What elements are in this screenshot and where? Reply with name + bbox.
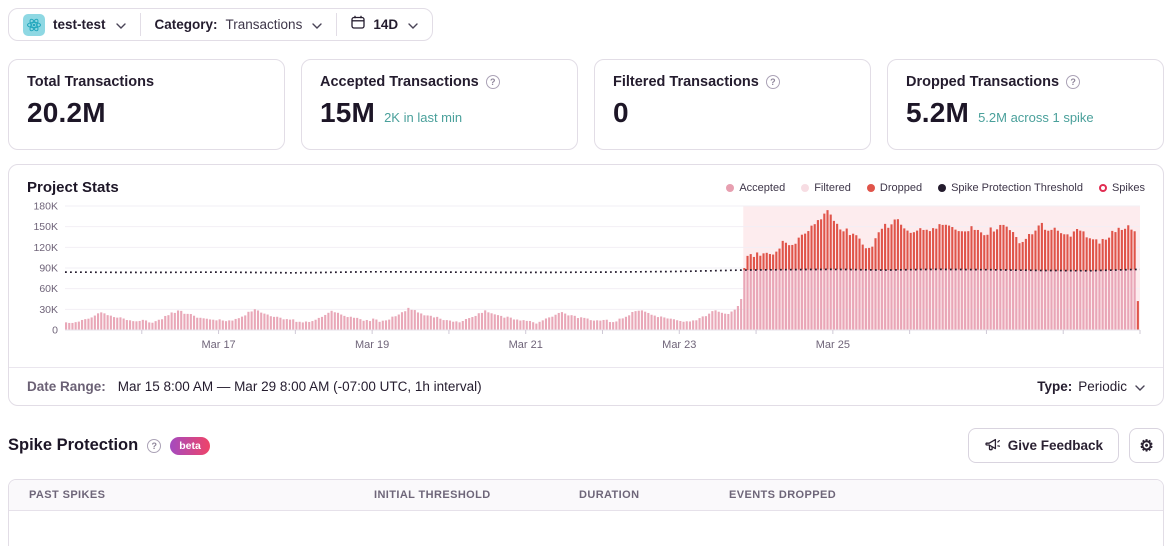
chevron-down-icon	[312, 16, 322, 34]
svg-text:Mar 23: Mar 23	[662, 339, 696, 351]
svg-text:30K: 30K	[39, 304, 58, 316]
stat-card-subtext: 2K in last min	[384, 110, 462, 125]
chevron-down-icon	[116, 16, 126, 34]
svg-text:0: 0	[52, 325, 58, 337]
stat-card-total: Total Transactions 20.2M	[8, 59, 285, 150]
category-value: Transactions	[226, 17, 303, 32]
column-header-initial-threshold: INITIAL THRESHOLD	[374, 489, 579, 501]
dot-marker-icon	[726, 184, 734, 192]
legend-label: Spikes	[1112, 182, 1145, 194]
project-selector[interactable]: test-test	[9, 9, 140, 40]
stat-card-value: 0	[613, 97, 629, 129]
type-label: Type:	[1037, 379, 1072, 394]
svg-text:90K: 90K	[39, 263, 58, 275]
give-feedback-label: Give Feedback	[1008, 438, 1103, 453]
svg-text:Mar 17: Mar 17	[201, 339, 235, 351]
chart-body: 180K 150K 120K 90K 60K 30K 0 Mar 17 Mar 19 Mar 21…	[9, 198, 1163, 361]
legend-item-spike-protection-threshold[interactable]: Spike Protection Threshold	[938, 182, 1083, 194]
help-icon[interactable]: ?	[147, 439, 161, 453]
dot-marker-icon	[867, 184, 875, 192]
stat-card-label: Dropped Transactions	[906, 74, 1059, 90]
legend-item-filtered[interactable]: Filtered	[801, 182, 851, 194]
category-label: Category:	[155, 17, 218, 32]
type-selector[interactable]: Type: Periodic	[1037, 379, 1145, 394]
svg-text:150K: 150K	[33, 221, 58, 233]
help-icon[interactable]: ?	[766, 75, 780, 89]
legend-item-dropped[interactable]: Dropped	[867, 182, 922, 194]
legend-label: Spike Protection Threshold	[951, 182, 1083, 194]
help-icon[interactable]: ?	[1066, 75, 1080, 89]
legend-item-spikes[interactable]: Spikes	[1099, 182, 1145, 194]
legend-label: Dropped	[880, 182, 922, 194]
stat-card-label: Total Transactions	[27, 74, 154, 90]
stat-card-value: 15M	[320, 97, 375, 129]
gear-icon: ⚙	[1139, 436, 1153, 456]
svg-text:Mar 25: Mar 25	[816, 339, 850, 351]
legend-label: Filtered	[814, 182, 851, 194]
date-range-selector[interactable]: 14D	[337, 9, 432, 40]
stat-card-label: Filtered Transactions	[613, 74, 759, 90]
stat-card-dropped: Dropped Transactions ? 5.2M 5.2M across …	[887, 59, 1164, 150]
column-header-duration: DURATION	[579, 489, 729, 501]
project-stats-card: Project Stats Accepted Filtered Dropped Spi…	[8, 164, 1164, 406]
ring-marker-icon	[1099, 184, 1107, 192]
date-range-value: 14D	[373, 17, 398, 32]
dot-marker-icon	[801, 184, 809, 192]
past-spikes-table: PAST SPIKES INITIAL THRESHOLD DURATION E…	[8, 479, 1164, 546]
legend-item-accepted[interactable]: Accepted	[726, 182, 785, 194]
svg-text:Mar 19: Mar 19	[355, 339, 389, 351]
table-header-row: PAST SPIKES INITIAL THRESHOLD DURATION E…	[9, 480, 1163, 511]
spike-protection-page: test-test Category: Transactions 14D	[0, 0, 1172, 546]
give-feedback-button[interactable]: Give Feedback	[968, 428, 1119, 463]
spike-protection-title: Spike Protection	[8, 436, 138, 455]
stat-card-label: Accepted Transactions	[320, 74, 479, 90]
category-selector[interactable]: Category: Transactions	[141, 9, 337, 40]
stat-card-filtered: Filtered Transactions ? 0	[594, 59, 871, 150]
spike-protection-header: Spike Protection ? beta Give Feedback ⚙	[8, 428, 1164, 463]
svg-text:120K: 120K	[33, 242, 58, 254]
stat-cards-row: Total Transactions 20.2M Accepted Transa…	[8, 59, 1164, 150]
chevron-down-icon	[408, 16, 418, 34]
chart-title: Project Stats	[27, 179, 119, 196]
stat-card-value: 5.2M	[906, 97, 969, 129]
svg-text:Mar 21: Mar 21	[509, 339, 543, 351]
filter-bar: test-test Category: Transactions 14D	[8, 8, 433, 41]
column-header-events-dropped: EVENTS DROPPED	[729, 489, 1143, 501]
beta-badge: beta	[170, 437, 210, 455]
dot-marker-icon	[938, 184, 946, 192]
legend-label: Accepted	[739, 182, 785, 194]
type-value: Periodic	[1078, 379, 1127, 394]
svg-text:180K: 180K	[33, 201, 58, 213]
project-name: test-test	[53, 17, 106, 32]
settings-button[interactable]: ⚙	[1129, 428, 1164, 463]
date-range-row: Date Range: Mar 15 8:00 AM — Mar 29 8:00…	[9, 367, 1163, 405]
table-row[interactable]	[9, 511, 1163, 546]
chart-legend: Accepted Filtered Dropped Spike Protection …	[726, 182, 1145, 194]
react-project-icon	[23, 14, 45, 36]
stat-card-accepted: Accepted Transactions ? 15M 2K in last m…	[301, 59, 578, 150]
stat-card-value: 20.2M	[27, 97, 106, 129]
stat-card-subtext: 5.2M across 1 spike	[978, 110, 1094, 125]
column-header-past-spikes: PAST SPIKES	[29, 489, 374, 501]
help-icon[interactable]: ?	[486, 75, 500, 89]
calendar-icon	[351, 15, 365, 34]
project-stats-chart: 180K 150K 120K 90K 60K 30K 0 Mar 17 Mar 19 Mar 21…	[27, 200, 1145, 356]
date-range-value-text: Mar 15 8:00 AM — Mar 29 8:00 AM (-07:00 …	[118, 379, 482, 394]
chevron-down-icon	[1135, 379, 1145, 394]
svg-text:60K: 60K	[39, 283, 58, 295]
megaphone-icon	[984, 437, 1000, 455]
date-range-label: Date Range:	[27, 379, 106, 394]
